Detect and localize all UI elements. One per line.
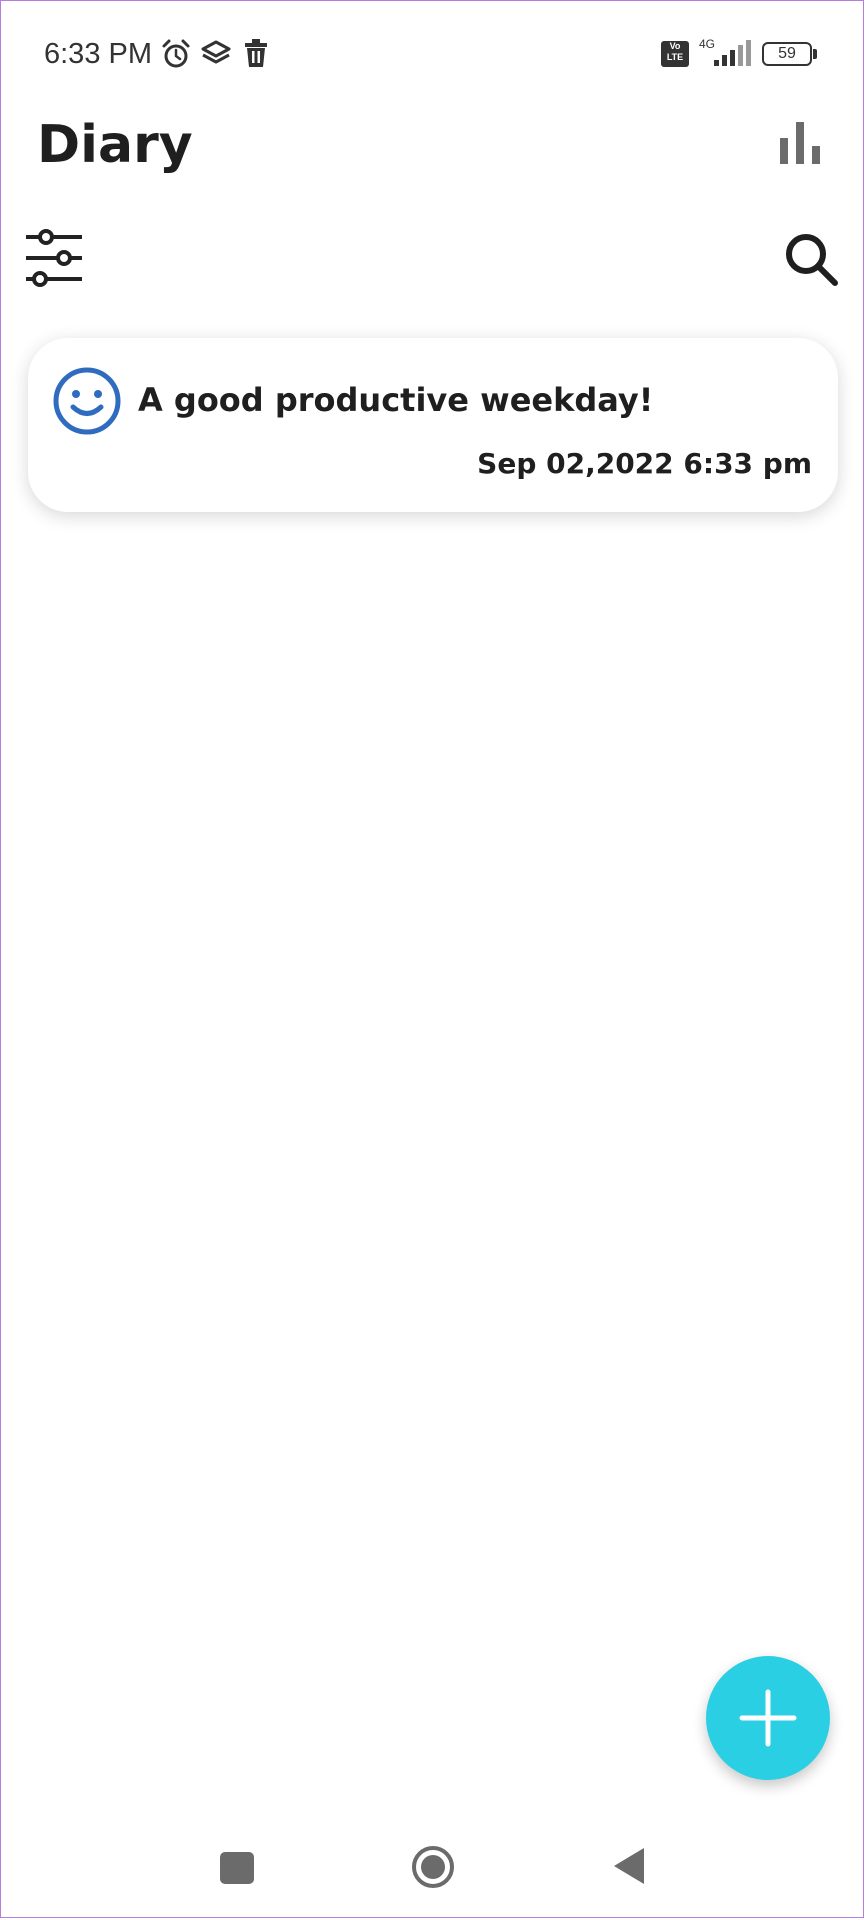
- home-button[interactable]: [410, 1844, 456, 1890]
- trash-icon: [242, 38, 270, 74]
- status-bar: 6:33 PM Vo LTE 4G 59: [0, 0, 866, 110]
- signal-icon: [712, 40, 752, 72]
- search-icon: [782, 234, 840, 292]
- page-title: Diary: [37, 115, 193, 175]
- screen-frame: [0, 0, 864, 1918]
- recents-button[interactable]: [220, 1852, 254, 1884]
- navigation-bar: [0, 1816, 866, 1916]
- battery-tip: [813, 49, 817, 59]
- add-entry-button[interactable]: [706, 1656, 830, 1780]
- status-time: 6:33 PM: [44, 38, 152, 70]
- alarm-icon: [160, 38, 192, 74]
- bar-chart-icon: [774, 122, 826, 174]
- layers-icon: [200, 38, 232, 74]
- battery-indicator: 59: [762, 42, 812, 66]
- sliders-icon: [24, 229, 84, 292]
- diary-entry-card[interactable]: A good productive weekday! Sep 02,2022 6…: [28, 338, 838, 512]
- entry-title: A good productive weekday!: [138, 381, 654, 419]
- stats-button[interactable]: [774, 118, 826, 170]
- search-button[interactable]: [782, 230, 840, 288]
- volte-badge: Vo LTE: [661, 41, 689, 67]
- smiley-icon: [52, 366, 122, 436]
- entry-datetime: Sep 02,2022 6:33 pm: [477, 447, 812, 480]
- filter-button[interactable]: [24, 228, 84, 288]
- back-button[interactable]: [612, 1846, 646, 1886]
